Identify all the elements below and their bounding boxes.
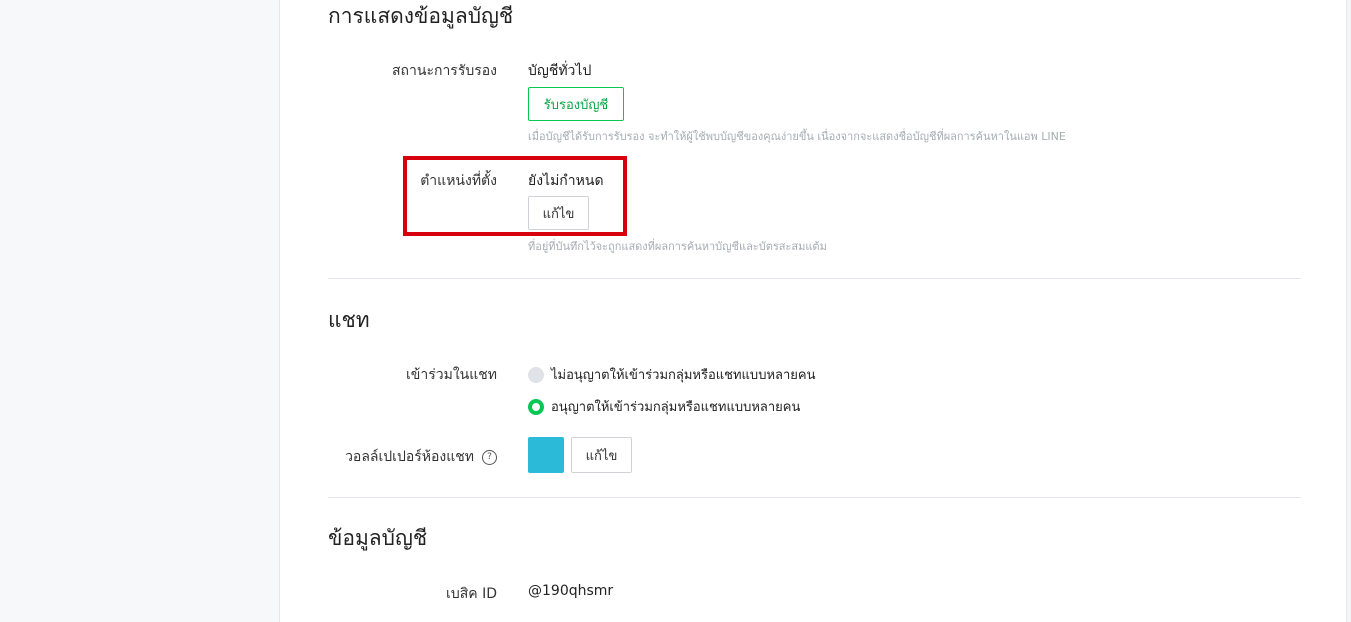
display-section-title: การแสดงข้อมูลบัญชี (328, 4, 514, 28)
wallpaper-label: วอลล์เปเปอร์ห้องแชท? (345, 446, 497, 468)
edit-wallpaper-button[interactable]: แก้ไข (571, 437, 632, 473)
left-sidebar (0, 0, 280, 622)
section-divider (328, 497, 1301, 498)
section-divider (328, 278, 1301, 279)
join-chat-label: เข้าร่วมในแชท (406, 367, 497, 383)
radio-option-label: ไม่อนุญาตให้เข้าร่วมกลุ่มหรือแชทแบบหลายค… (551, 368, 816, 383)
radio-unselected-icon[interactable] (528, 366, 544, 383)
chat-section-title: แชท (328, 308, 370, 332)
basic-id-label: เบสิค ID (446, 586, 497, 602)
radio-selected-icon[interactable] (528, 398, 544, 415)
account-section-title: ข้อมูลบัญชี (328, 526, 428, 550)
scrollbar-track[interactable] (1346, 0, 1351, 622)
verify-account-button[interactable]: รับรองบัญชี (528, 87, 624, 121)
settings-main: การแสดงข้อมูลบัญชี สถานะการรับรอง บัญชีท… (328, 0, 1301, 622)
help-icon[interactable]: ? (482, 449, 497, 465)
verification-value: บัญชีทั่วไป (528, 63, 592, 79)
verification-label: สถานะการรับรอง (392, 63, 497, 79)
radio-option-label: อนุญาตให้เข้าร่วมกลุ่มหรือแชทแบบหลายคน (551, 400, 801, 415)
basic-id-value: @190qhsmr (528, 583, 614, 599)
wallpaper-label-text: วอลล์เปเปอร์ห้องแชท (345, 449, 474, 465)
radio-option-allow[interactable]: อนุญาตให้เข้าร่วมกลุ่มหรือแชทแบบหลายคน (528, 396, 800, 417)
verification-hint: เมื่อบัญชีได้รับการรับรอง จะทำให้ผู้ใช้พ… (528, 130, 1066, 143)
wallpaper-color-swatch[interactable] (528, 437, 564, 473)
radio-option-disallow[interactable]: ไม่อนุญาตให้เข้าร่วมกลุ่มหรือแชทแบบหลายค… (528, 364, 815, 385)
location-hint: ที่อยู่ที่บันทึกไว้จะถูกแสดงที่ผลการค้นห… (528, 240, 827, 253)
location-highlight-box (403, 156, 627, 236)
